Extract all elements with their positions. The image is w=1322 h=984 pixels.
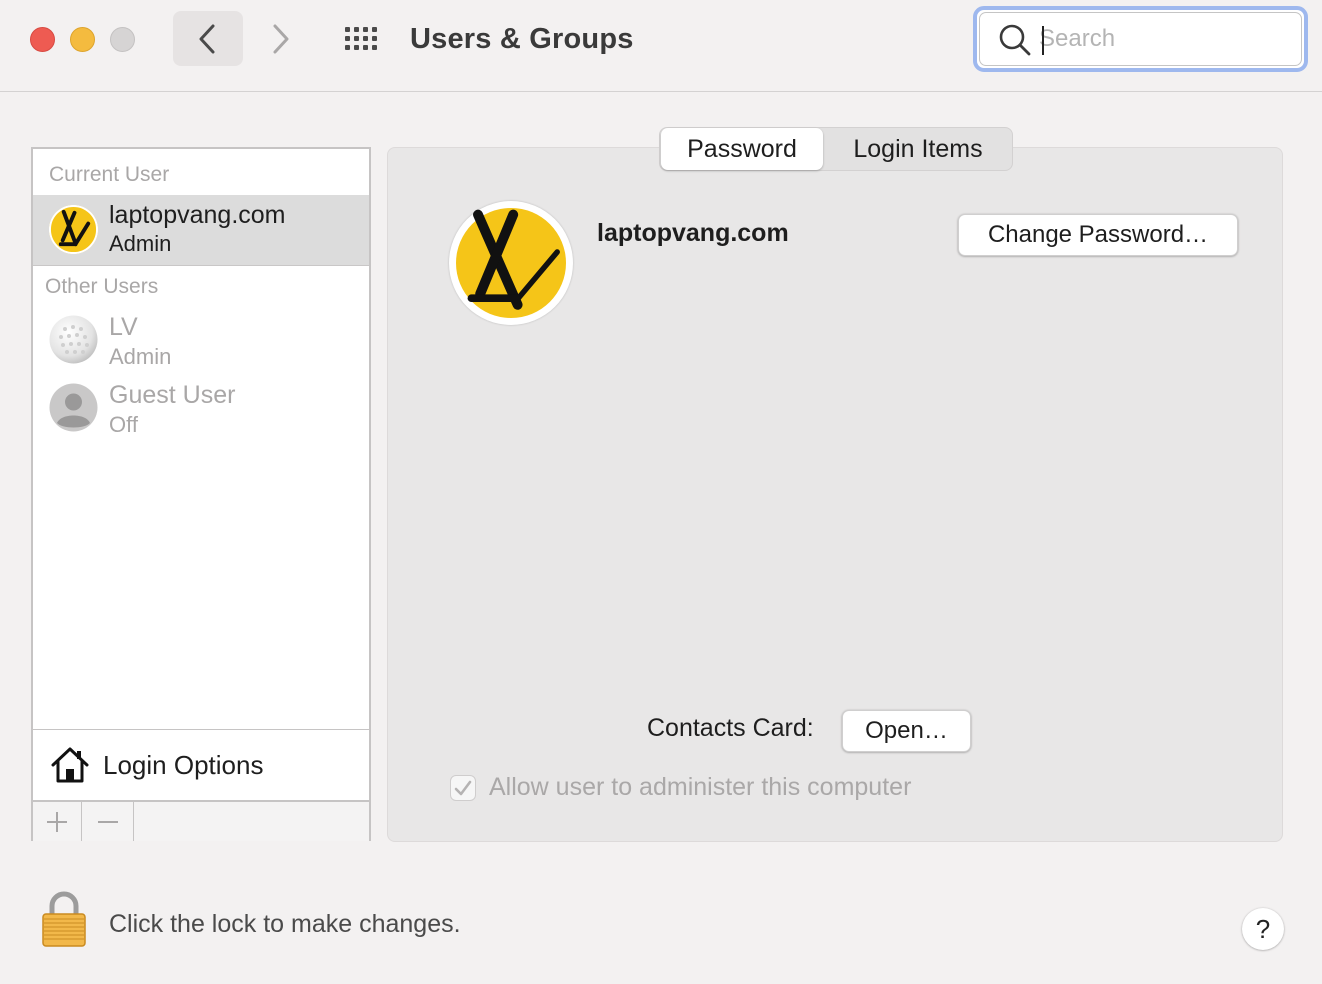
- search-input[interactable]: [1039, 20, 1289, 58]
- allow-admin-label: Allow user to administer this computer: [489, 773, 912, 801]
- user-role: Admin: [109, 231, 172, 256]
- user-name: Guest User: [109, 381, 236, 409]
- window-title: Users & Groups: [410, 23, 634, 55]
- login-options-label: Login Options: [103, 750, 264, 780]
- help-button[interactable]: ?: [1242, 908, 1284, 950]
- login-options-item[interactable]: Login Options: [33, 729, 369, 800]
- user-role: Off: [109, 412, 138, 437]
- chevron-right-icon: [273, 24, 289, 53]
- open-contacts-card-button[interactable]: Open…: [842, 710, 971, 752]
- golf-ball-avatar: [49, 315, 98, 364]
- zoom-button[interactable]: [110, 27, 135, 52]
- show-all-button[interactable]: [338, 20, 386, 58]
- user-list-item-guest[interactable]: Guest User Off: [33, 371, 369, 441]
- user-name: LV: [109, 313, 138, 341]
- laptopvang-logo: [456, 208, 566, 318]
- users-sidebar: Current User laptopvang.com Admin Other …: [31, 147, 371, 841]
- add-user-button[interactable]: [33, 802, 82, 841]
- other-users-heading: Other Users: [45, 275, 159, 298]
- user-list-item-lv[interactable]: LV Admin: [33, 303, 369, 373]
- change-password-button[interactable]: Change Password…: [958, 214, 1238, 256]
- chevron-left-icon: [199, 24, 215, 53]
- close-button[interactable]: [30, 27, 55, 52]
- grid-icon: [345, 27, 377, 50]
- user-role: Admin: [109, 344, 172, 369]
- search-field[interactable]: [973, 6, 1308, 72]
- user-picture[interactable]: [449, 201, 573, 325]
- user-list-item-current[interactable]: laptopvang.com Admin: [33, 195, 369, 266]
- back-button[interactable]: [173, 11, 243, 66]
- tab-bar: Password Login Items: [659, 127, 1013, 171]
- selected-user-name: laptopvang.com: [597, 219, 789, 247]
- minimize-button[interactable]: [70, 27, 95, 52]
- lock-message[interactable]: Click the lock to make changes.: [109, 910, 461, 939]
- sidebar-footer: [33, 800, 369, 841]
- laptopvang-avatar: [49, 205, 98, 254]
- tab-password[interactable]: Password: [661, 128, 823, 170]
- checkmark-icon: [454, 780, 472, 796]
- text-caret: [1042, 26, 1044, 55]
- search-icon: [999, 24, 1031, 56]
- guest-user-icon: [49, 383, 98, 432]
- current-user-heading: Current User: [49, 163, 170, 186]
- toolbar: Users & Groups: [0, 0, 1322, 92]
- contacts-card-label: Contacts Card:: [647, 714, 814, 742]
- forward-button[interactable]: [248, 11, 312, 66]
- remove-user-button[interactable]: [82, 802, 134, 841]
- house-icon: [51, 747, 89, 783]
- lock-icon[interactable]: [40, 890, 88, 948]
- tab-login-items[interactable]: Login Items: [826, 128, 1010, 170]
- minus-icon: [97, 820, 118, 823]
- allow-admin-checkbox[interactable]: [450, 775, 476, 801]
- plus-icon: [47, 811, 67, 832]
- user-name: laptopvang.com: [109, 201, 286, 229]
